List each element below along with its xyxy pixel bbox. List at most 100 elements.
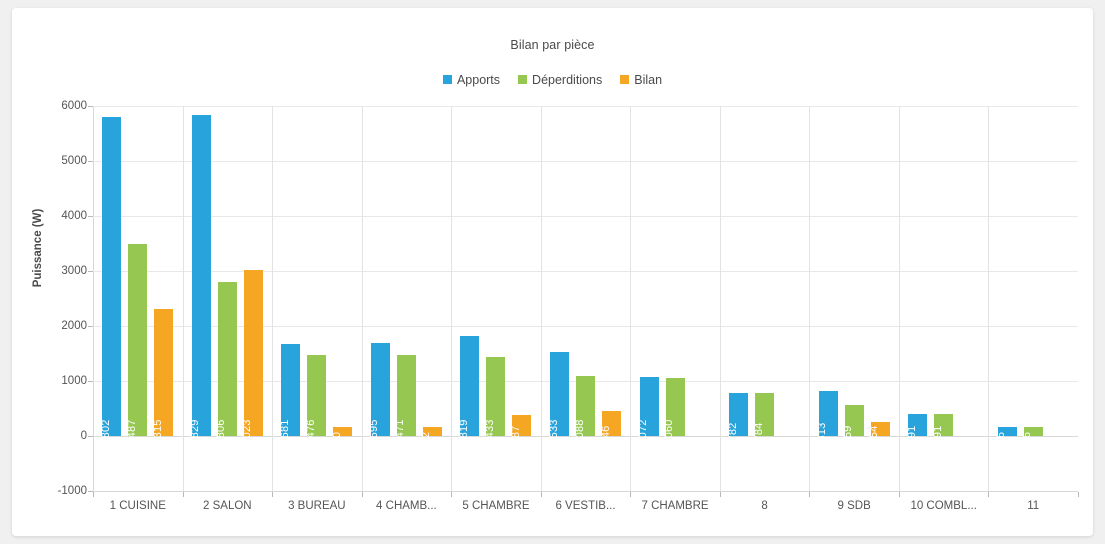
bar[interactable]: 1681 — [281, 344, 300, 436]
bar[interactable]: 1471 — [397, 355, 416, 436]
x-tick-label: 5 CHAMBRE — [462, 500, 529, 512]
bar[interactable]: 2 — [423, 427, 442, 436]
bar[interactable]: 2315 — [154, 309, 173, 436]
y-tick-mark — [88, 326, 93, 327]
bar[interactable]: 782 — [729, 393, 748, 436]
bar-value-label: 5829 — [190, 419, 201, 444]
bar-value-label: 387 — [511, 426, 522, 445]
x-tick-mark — [1078, 492, 1079, 497]
bar-value-label: 0 — [332, 432, 343, 438]
x-tick-mark — [630, 492, 631, 497]
bar[interactable]: 0 — [333, 427, 352, 436]
x-tick-label: 10 COMBL... — [910, 500, 976, 512]
x-tick-mark — [272, 492, 273, 497]
bar-value-label: 1533 — [549, 419, 560, 444]
category-separator — [630, 106, 631, 491]
category-separator — [899, 106, 900, 491]
bar[interactable]: 1476 — [307, 355, 326, 436]
x-tick-mark — [809, 492, 810, 497]
bar[interactable]: 559 — [845, 405, 864, 436]
x-axis-line — [93, 491, 1078, 492]
bar-value-label: 6 — [996, 432, 1007, 438]
y-tick-label: 0 — [31, 430, 87, 442]
bar-value-label: 6 — [1022, 432, 1033, 438]
gridline — [93, 271, 1078, 272]
x-tick-mark — [720, 492, 721, 497]
x-tick-label: 9 SDB — [838, 500, 871, 512]
x-tick-label: 6 VESTIB... — [555, 500, 615, 512]
bar[interactable]: 1072 — [640, 377, 659, 436]
gridline — [93, 161, 1078, 162]
bar-value-label: 1695 — [369, 419, 380, 444]
bar[interactable]: 3487 — [128, 244, 147, 436]
bar[interactable]: 391 — [934, 414, 953, 436]
y-tick-mark — [88, 216, 93, 217]
y-tick-label: 3000 — [31, 265, 87, 277]
gridline — [93, 326, 1078, 327]
bar-value-label: 391 — [907, 426, 918, 445]
gridline — [93, 216, 1078, 217]
y-tick-label: 2000 — [31, 320, 87, 332]
plot-area: Puissance (W) 6000500040003000200010000-… — [12, 8, 1093, 536]
bar-value-label: 254 — [869, 426, 880, 445]
bar[interactable]: 391 — [908, 414, 927, 436]
y-tick-label: 5000 — [31, 155, 87, 167]
bar[interactable]: 3023 — [244, 270, 263, 436]
category-separator — [541, 106, 542, 491]
bar[interactable]: 813 — [819, 391, 838, 436]
bar-value-label: 1476 — [306, 419, 317, 444]
bar-value-label: 2 — [421, 432, 432, 438]
category-separator — [988, 106, 989, 491]
x-tick-label: 2 SALON — [203, 500, 252, 512]
bar[interactable]: 446 — [602, 411, 621, 436]
y-tick-mark — [88, 381, 93, 382]
gridline — [93, 106, 1078, 107]
bar[interactable]: 1088 — [576, 376, 595, 436]
bar-value-label: 2315 — [153, 419, 164, 444]
y-tick-mark — [88, 106, 93, 107]
category-separator — [451, 106, 452, 491]
bar-value-label: 782 — [728, 423, 739, 442]
x-tick-mark — [899, 492, 900, 497]
category-separator — [183, 106, 184, 491]
category-separator — [272, 106, 273, 491]
bar-value-label: 1088 — [575, 419, 586, 444]
x-tick-label: 11 — [1027, 500, 1039, 512]
bar-value-label: 559 — [843, 426, 854, 445]
bar[interactable]: 1533 — [550, 352, 569, 436]
bar[interactable]: 1819 — [460, 336, 479, 436]
category-separator — [362, 106, 363, 491]
x-tick-mark — [541, 492, 542, 497]
bar[interactable]: 254 — [871, 422, 890, 436]
bar[interactable]: 6 — [1024, 427, 1043, 436]
bar-value-label: 1681 — [280, 419, 291, 444]
x-tick-mark — [988, 492, 989, 497]
bar-value-label: 5802 — [101, 419, 112, 444]
bar[interactable]: 5802 — [102, 117, 121, 436]
y-tick-label: 4000 — [31, 210, 87, 222]
category-separator — [809, 106, 810, 491]
bar-value-label: 391 — [933, 426, 944, 445]
bar-value-label: 446 — [601, 426, 612, 445]
y-tick-label: 6000 — [31, 100, 87, 112]
x-tick-mark — [183, 492, 184, 497]
bar[interactable]: 1060 — [666, 378, 685, 436]
bar-value-label: 1060 — [664, 419, 675, 444]
x-tick-label: 8 — [761, 500, 767, 512]
x-tick-label: 1 CUISINE — [110, 500, 166, 512]
bar[interactable]: 387 — [512, 415, 531, 436]
bar[interactable]: 6 — [998, 427, 1017, 436]
bar-value-label: 1819 — [459, 419, 470, 444]
x-tick-label: 4 CHAMB... — [376, 500, 437, 512]
bar-value-label: 784 — [754, 423, 765, 442]
bar[interactable]: 1695 — [371, 343, 390, 436]
bar[interactable]: 784 — [755, 393, 774, 436]
bar-value-label: 1072 — [638, 419, 649, 444]
y-tick-mark — [88, 271, 93, 272]
bar[interactable]: 5829 — [192, 115, 211, 436]
bar-value-label: 813 — [817, 423, 828, 442]
y-tick-mark — [88, 436, 93, 437]
bar-value-label: 1433 — [485, 419, 496, 444]
bar[interactable]: 2806 — [218, 282, 237, 436]
bar[interactable]: 1433 — [486, 357, 505, 436]
